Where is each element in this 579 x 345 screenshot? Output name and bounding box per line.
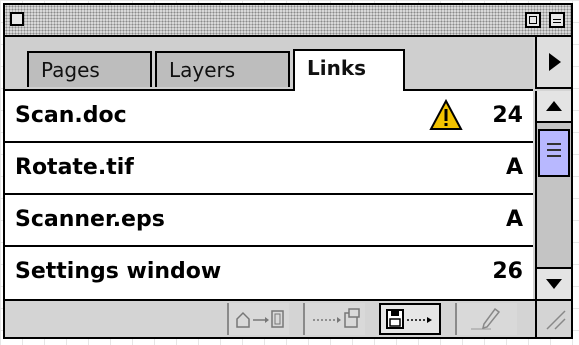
link-page: 26 (492, 259, 523, 284)
vertical-scrollbar[interactable] (535, 91, 571, 299)
update-link-icon (386, 309, 432, 329)
scroll-thumb[interactable] (538, 129, 570, 177)
tab-pages[interactable]: Pages (27, 51, 152, 87)
scroll-down-button[interactable] (537, 267, 571, 299)
close-box-icon[interactable] (10, 12, 24, 26)
link-name: Rotate.tif (15, 155, 134, 180)
link-page: A (505, 155, 523, 180)
resize-grip-icon[interactable] (535, 301, 571, 337)
tab-links-label: Links (307, 56, 367, 80)
arrow-down-icon (546, 279, 562, 289)
link-name: Scan.doc (15, 103, 127, 128)
links-toolbar (5, 299, 571, 337)
link-page: 24 (492, 103, 523, 128)
go-to-link-button[interactable] (303, 303, 365, 335)
tab-layers[interactable]: Layers (155, 51, 290, 87)
tab-strip: Pages Layers Links (5, 37, 533, 91)
relink-icon (236, 310, 284, 328)
scroll-up-button[interactable] (537, 91, 571, 123)
link-name: Settings window (15, 259, 222, 284)
link-name: Scanner.eps (15, 207, 165, 232)
link-row-scan-doc[interactable]: Scan.doc 24 (5, 91, 533, 143)
menu-arrow-icon (549, 53, 561, 71)
edit-original-icon (471, 307, 501, 330)
links-palette: Pages Layers Links Scan.doc 24 Rotate.ti… (3, 3, 573, 339)
arrow-up-icon (546, 101, 562, 111)
collapse-box-icon[interactable] (549, 12, 565, 28)
link-row-scanner-eps[interactable]: Scanner.eps A (5, 195, 533, 247)
link-row-settings-window[interactable]: Settings window 26 (5, 247, 533, 299)
link-page: A (505, 207, 523, 232)
warning-icon (429, 99, 463, 130)
tab-pages-label: Pages (41, 58, 100, 82)
zoom-box-icon[interactable] (525, 12, 541, 28)
grip-icon (547, 143, 561, 157)
relink-button[interactable] (227, 303, 289, 335)
tab-links[interactable]: Links (293, 49, 405, 91)
update-link-button[interactable] (379, 303, 441, 335)
resize-lines-icon (546, 310, 566, 330)
tab-layers-label: Layers (169, 58, 236, 82)
go-to-link-icon (313, 308, 360, 328)
edit-original-button[interactable] (455, 303, 517, 335)
palette-title-bar[interactable] (5, 5, 571, 37)
links-list: Scan.doc 24 Rotate.tif A Scanner.eps A S… (5, 91, 533, 299)
palette-menu-button[interactable] (535, 37, 571, 89)
link-row-rotate-tif[interactable]: Rotate.tif A (5, 143, 533, 195)
